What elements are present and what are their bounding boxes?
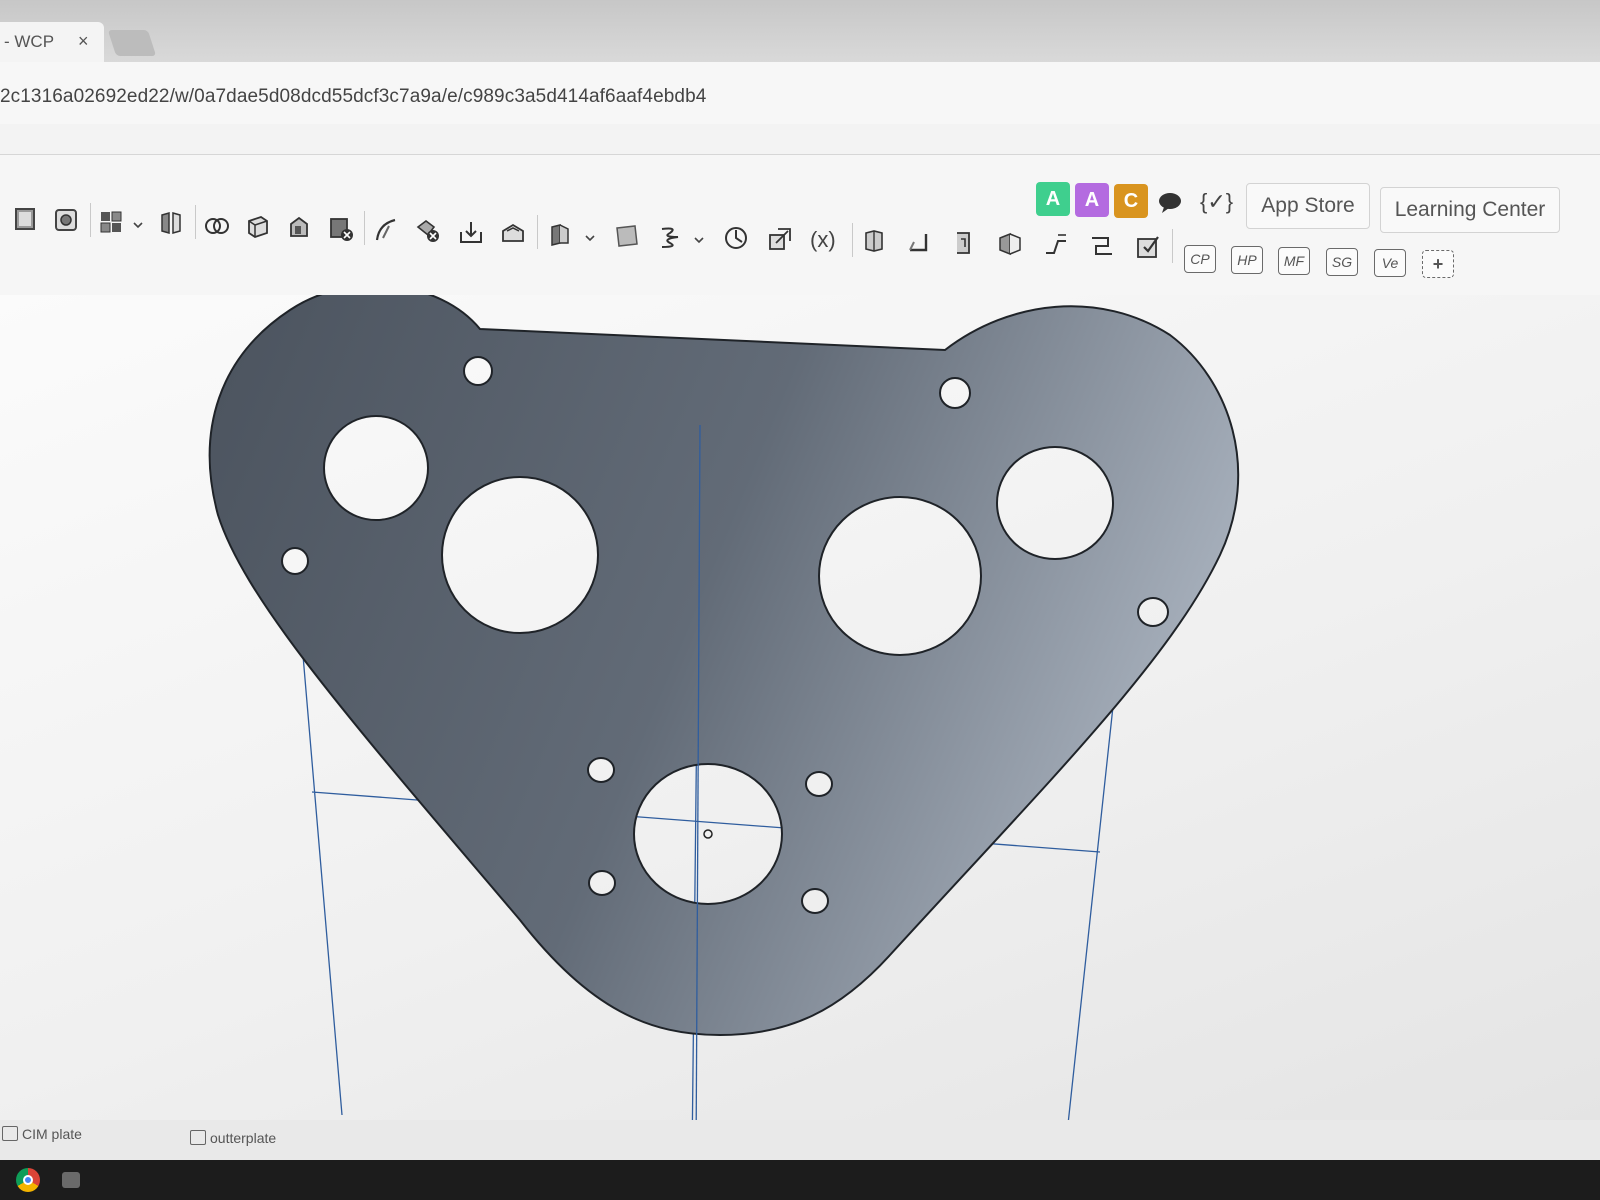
sketch-icon[interactable]	[12, 205, 40, 233]
toolbar-separator	[1172, 229, 1173, 263]
helix-icon[interactable]	[656, 223, 684, 251]
finish-icon[interactable]	[1134, 233, 1162, 261]
tab-cim-plate[interactable]: CIM plate	[2, 1126, 82, 1142]
bend-icon[interactable]	[1042, 231, 1070, 259]
custom-feature-hp[interactable]: HP	[1231, 246, 1263, 274]
browser-tab[interactable]: - WCP ×	[0, 22, 104, 62]
jog-icon[interactable]	[1088, 232, 1116, 260]
toolbar-separator	[195, 205, 196, 239]
learning-center-button[interactable]: Learning Center	[1380, 187, 1560, 233]
app-icon[interactable]	[62, 1172, 80, 1188]
collaborator-avatar[interactable]: C	[1114, 184, 1148, 218]
plane-icon[interactable]	[546, 221, 574, 249]
flange-icon[interactable]	[904, 228, 932, 256]
address-bar[interactable]: 2c1316a02692ed22/w/0a7dae5d08dcd55dcf3c7…	[0, 62, 1600, 125]
custom-feature-sg[interactable]: SG	[1326, 248, 1358, 276]
measure-icon[interactable]	[722, 224, 750, 252]
tab-icon[interactable]	[996, 230, 1024, 258]
pattern-icon[interactable]	[97, 208, 125, 236]
chevron-down-icon[interactable]	[693, 233, 705, 245]
toolbar-separator	[537, 215, 538, 249]
document-header-bar	[0, 124, 1600, 155]
toolbar-separator	[852, 223, 853, 257]
part-viewport	[208, 295, 1240, 1135]
browser-tab-strip: - WCP ×	[0, 0, 1600, 62]
url-text[interactable]: 2c1316a02692ed22/w/0a7dae5d08dcd55dcf3c7…	[0, 86, 706, 108]
browser-tab-title: - WCP	[4, 32, 55, 51]
mate-connector-icon[interactable]	[613, 222, 641, 250]
extrude-icon[interactable]	[52, 206, 80, 234]
toolbar-separator	[90, 203, 91, 237]
custom-feature-ve[interactable]: Ve	[1374, 249, 1406, 277]
offset-surface-icon[interactable]	[499, 219, 527, 247]
tab-label: CIM plate	[22, 1126, 82, 1142]
part-studio-icon	[190, 1130, 206, 1145]
delete-part-icon[interactable]	[327, 215, 355, 243]
mirror-icon[interactable]	[158, 209, 186, 237]
chevron-down-icon[interactable]	[584, 231, 596, 243]
fillet-icon[interactable]	[373, 216, 401, 244]
custom-feature-mf[interactable]: MF	[1278, 247, 1310, 275]
chevron-down-icon[interactable]	[132, 218, 144, 230]
hem-icon[interactable]	[949, 229, 977, 257]
sheet-metal-icon[interactable]	[860, 227, 888, 255]
tab-label: outterplate	[210, 1130, 277, 1146]
featurescript-icon[interactable]: {✓}	[1200, 189, 1233, 215]
move-face-icon[interactable]	[457, 218, 485, 246]
close-tab-icon[interactable]: ×	[78, 31, 89, 52]
shell-icon[interactable]	[244, 213, 272, 241]
graphics-canvas[interactable]	[0, 295, 1600, 1135]
feature-toolbar: (x) CP HP MF SG Ve + A A C {✓} App Store…	[0, 155, 1600, 295]
comment-icon[interactable]	[1156, 189, 1184, 217]
document-tab-bar: CIM plate outterplate	[0, 1120, 1600, 1160]
os-taskbar	[0, 1160, 1600, 1200]
chamfer-icon[interactable]	[414, 217, 442, 245]
new-tab-button[interactable]	[107, 30, 157, 56]
sketch-origin-point[interactable]	[703, 829, 713, 839]
toolbar-separator	[364, 211, 365, 245]
plate-part[interactable]	[208, 295, 1240, 1037]
transform-icon[interactable]	[766, 225, 794, 253]
draft-icon[interactable]	[285, 214, 313, 242]
tab-outterplate[interactable]: outterplate	[190, 1130, 276, 1146]
boolean-icon[interactable]	[203, 212, 231, 240]
add-custom-feature-button[interactable]: +	[1422, 250, 1454, 278]
chrome-icon[interactable]	[16, 1168, 40, 1192]
part-studio-icon	[2, 1126, 18, 1141]
collaborator-avatar[interactable]: A	[1075, 183, 1109, 217]
custom-feature-cp[interactable]: CP	[1184, 245, 1216, 273]
collaborator-avatar[interactable]: A	[1036, 182, 1070, 216]
app-store-button[interactable]: App Store	[1246, 183, 1370, 229]
variable-icon[interactable]: (x)	[810, 227, 836, 253]
